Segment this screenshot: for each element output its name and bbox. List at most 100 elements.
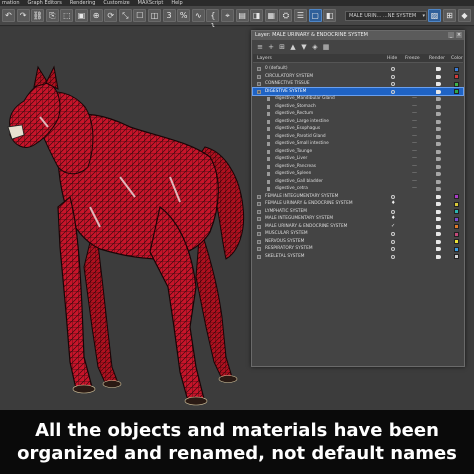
render-teapot-icon[interactable] (436, 82, 441, 86)
render-teapot-icon[interactable] (436, 112, 441, 116)
freeze-toggle[interactable]: — (412, 103, 417, 110)
freeze-toggle[interactable]: — (412, 155, 417, 162)
layer-color-swatch[interactable] (454, 194, 459, 199)
lightbulb-icon[interactable]: ♦ (391, 201, 395, 206)
layer-color-swatch[interactable] (454, 74, 459, 79)
visibility-icon[interactable] (391, 82, 395, 86)
dialog-tool-icon[interactable]: ▦ (322, 43, 330, 51)
toolbar-button[interactable]: ⎘ (45, 9, 59, 22)
header-render[interactable]: Render (429, 54, 445, 63)
toolbar-button[interactable]: { } (206, 9, 220, 31)
render-teapot-icon[interactable] (436, 127, 441, 131)
freeze-toggle[interactable]: — (412, 148, 417, 155)
visibility-icon[interactable] (391, 74, 395, 79)
toolbar-button[interactable]: ☰ (294, 9, 307, 22)
layer-row[interactable]: MUSCULAR SYSTEM (253, 230, 463, 238)
render-teapot-icon[interactable] (436, 179, 441, 184)
toolbar-button[interactable]: ∿ (191, 9, 205, 22)
layer-row[interactable]: SKELETAL SYSTEM (253, 253, 463, 261)
toolbar-button[interactable]: ⬚ (60, 9, 74, 22)
render-teapot-icon[interactable] (436, 224, 441, 229)
object-row[interactable]: digestive_Spleen — (253, 170, 463, 178)
toolbar-button[interactable]: ▢ (308, 9, 322, 22)
freeze-toggle[interactable]: — (412, 95, 417, 102)
render-teapot-icon[interactable] (436, 194, 441, 199)
render-teapot-icon[interactable] (436, 164, 441, 169)
render-teapot-icon[interactable] (436, 97, 441, 101)
layer-color-swatch[interactable] (454, 81, 459, 87)
render-teapot-icon[interactable] (436, 232, 441, 236)
object-row[interactable]: digestive_Parotid Gland — (253, 133, 463, 141)
layer-row[interactable]: CONNECTIVE TISSUE (253, 80, 463, 88)
render-teapot-icon[interactable] (436, 217, 441, 221)
visibility-icon[interactable] (391, 194, 395, 199)
render-teapot-icon[interactable] (436, 187, 441, 191)
layer-row[interactable]: NERVOUS SYSTEM (253, 238, 463, 246)
layer-color-swatch[interactable] (454, 201, 459, 207)
toolbar-button[interactable]: ◆ (458, 9, 471, 22)
layer-row[interactable]: MALE INTEGUMENTARY SYSTEM ♦ (253, 215, 463, 223)
freeze-toggle[interactable]: — (412, 163, 417, 170)
render-teapot-icon[interactable] (436, 104, 441, 109)
layer-color-swatch[interactable] (454, 66, 459, 72)
render-teapot-icon[interactable] (436, 157, 441, 161)
dialog-tool-icon[interactable]: ▼ (300, 43, 308, 51)
layer-row[interactable]: RESPIRATORY SYSTEM (253, 245, 463, 253)
dialog-tool-icon[interactable]: + (267, 43, 275, 51)
toolbar-button[interactable]: ▣ (75, 9, 88, 22)
object-row[interactable]: digestive_Esophagus — (253, 125, 463, 133)
render-teapot-icon[interactable] (436, 239, 441, 244)
render-teapot-icon[interactable] (436, 142, 441, 146)
toolbar-button[interactable]: 3 (162, 9, 176, 22)
render-teapot-icon[interactable] (436, 74, 441, 79)
layer-row[interactable]: FEMALE INTEGUMENTARY SYSTEM (253, 193, 463, 201)
layer-color-swatch[interactable] (454, 239, 459, 244)
check-icon[interactable]: ✓ (391, 223, 395, 229)
toolbar-button[interactable]: ↷ (16, 9, 30, 22)
object-row[interactable]: digestive_Rectum — (253, 110, 463, 118)
layer-color-swatch[interactable] (454, 209, 459, 214)
render-teapot-icon[interactable] (436, 247, 441, 251)
layer-row[interactable]: DIGESTIVE SYSTEM (252, 86, 464, 96)
toolbar-button[interactable]: ↶ (2, 9, 15, 22)
header-freeze[interactable]: Freeze (405, 54, 420, 63)
object-row[interactable]: digestive_Small intestine — (253, 140, 463, 148)
toolbar-button[interactable]: ◧ (323, 9, 337, 22)
dialog-tool-icon[interactable]: ◈ (311, 43, 319, 51)
render-teapot-icon[interactable] (436, 134, 441, 139)
toolbar-button[interactable]: ⊞ (443, 9, 456, 22)
toolbar-button[interactable]: ◨ (250, 9, 264, 22)
dialog-tool-icon[interactable]: ▲ (289, 43, 297, 51)
object-row[interactable]: digestive_Gall bladder — (253, 178, 463, 186)
layer-explorer-dialog[interactable]: Layer: MALE URINARY & ENDOCRINE SYSTEM _… (251, 30, 465, 367)
dialog-title-bar[interactable]: Layer: MALE URINARY & ENDOCRINE SYSTEM _… (252, 31, 464, 40)
toolbar-button[interactable]: ⊕ (89, 9, 103, 22)
freeze-toggle[interactable]: — (412, 133, 417, 140)
toolbar-button[interactable]: ◫ (148, 9, 161, 22)
freeze-toggle[interactable]: — (412, 140, 417, 147)
layer-color-swatch[interactable] (454, 89, 459, 94)
close-icon[interactable]: × (456, 32, 462, 38)
toolbar-button[interactable]: ⛭ (279, 9, 293, 22)
minimize-icon[interactable]: _ (448, 32, 454, 38)
toolbar-button[interactable]: % (177, 9, 191, 22)
toolbar-button[interactable]: ▦ (264, 9, 278, 22)
render-teapot-icon[interactable] (436, 89, 441, 94)
object-row[interactable]: digestive_Stomach — (253, 103, 463, 111)
freeze-toggle[interactable]: — (412, 125, 417, 132)
render-teapot-icon[interactable] (436, 254, 441, 259)
freeze-toggle[interactable]: — (412, 178, 417, 185)
dialog-tool-icon[interactable]: ≡ (256, 43, 264, 51)
layer-row[interactable]: 0 (default) (253, 65, 463, 73)
header-color[interactable]: Color (451, 54, 463, 63)
lightbulb-icon[interactable]: ♦ (391, 216, 395, 221)
toolbar-button[interactable]: ☐ (133, 9, 147, 22)
layer-row[interactable]: FEMALE URINARY & ENDOCRINE SYSTEM ♦ (253, 200, 463, 208)
toolbar-button[interactable]: ⛓ (31, 9, 45, 22)
visibility-icon[interactable] (391, 67, 395, 71)
freeze-toggle[interactable]: — (412, 110, 417, 117)
layer-color-swatch[interactable] (454, 246, 459, 252)
object-row[interactable]: digestive_Large intestine — (253, 118, 463, 126)
layer-row[interactable]: MALE URINARY & ENDOCRINE SYSTEM ✓ (253, 223, 463, 231)
visibility-icon[interactable] (391, 209, 395, 214)
